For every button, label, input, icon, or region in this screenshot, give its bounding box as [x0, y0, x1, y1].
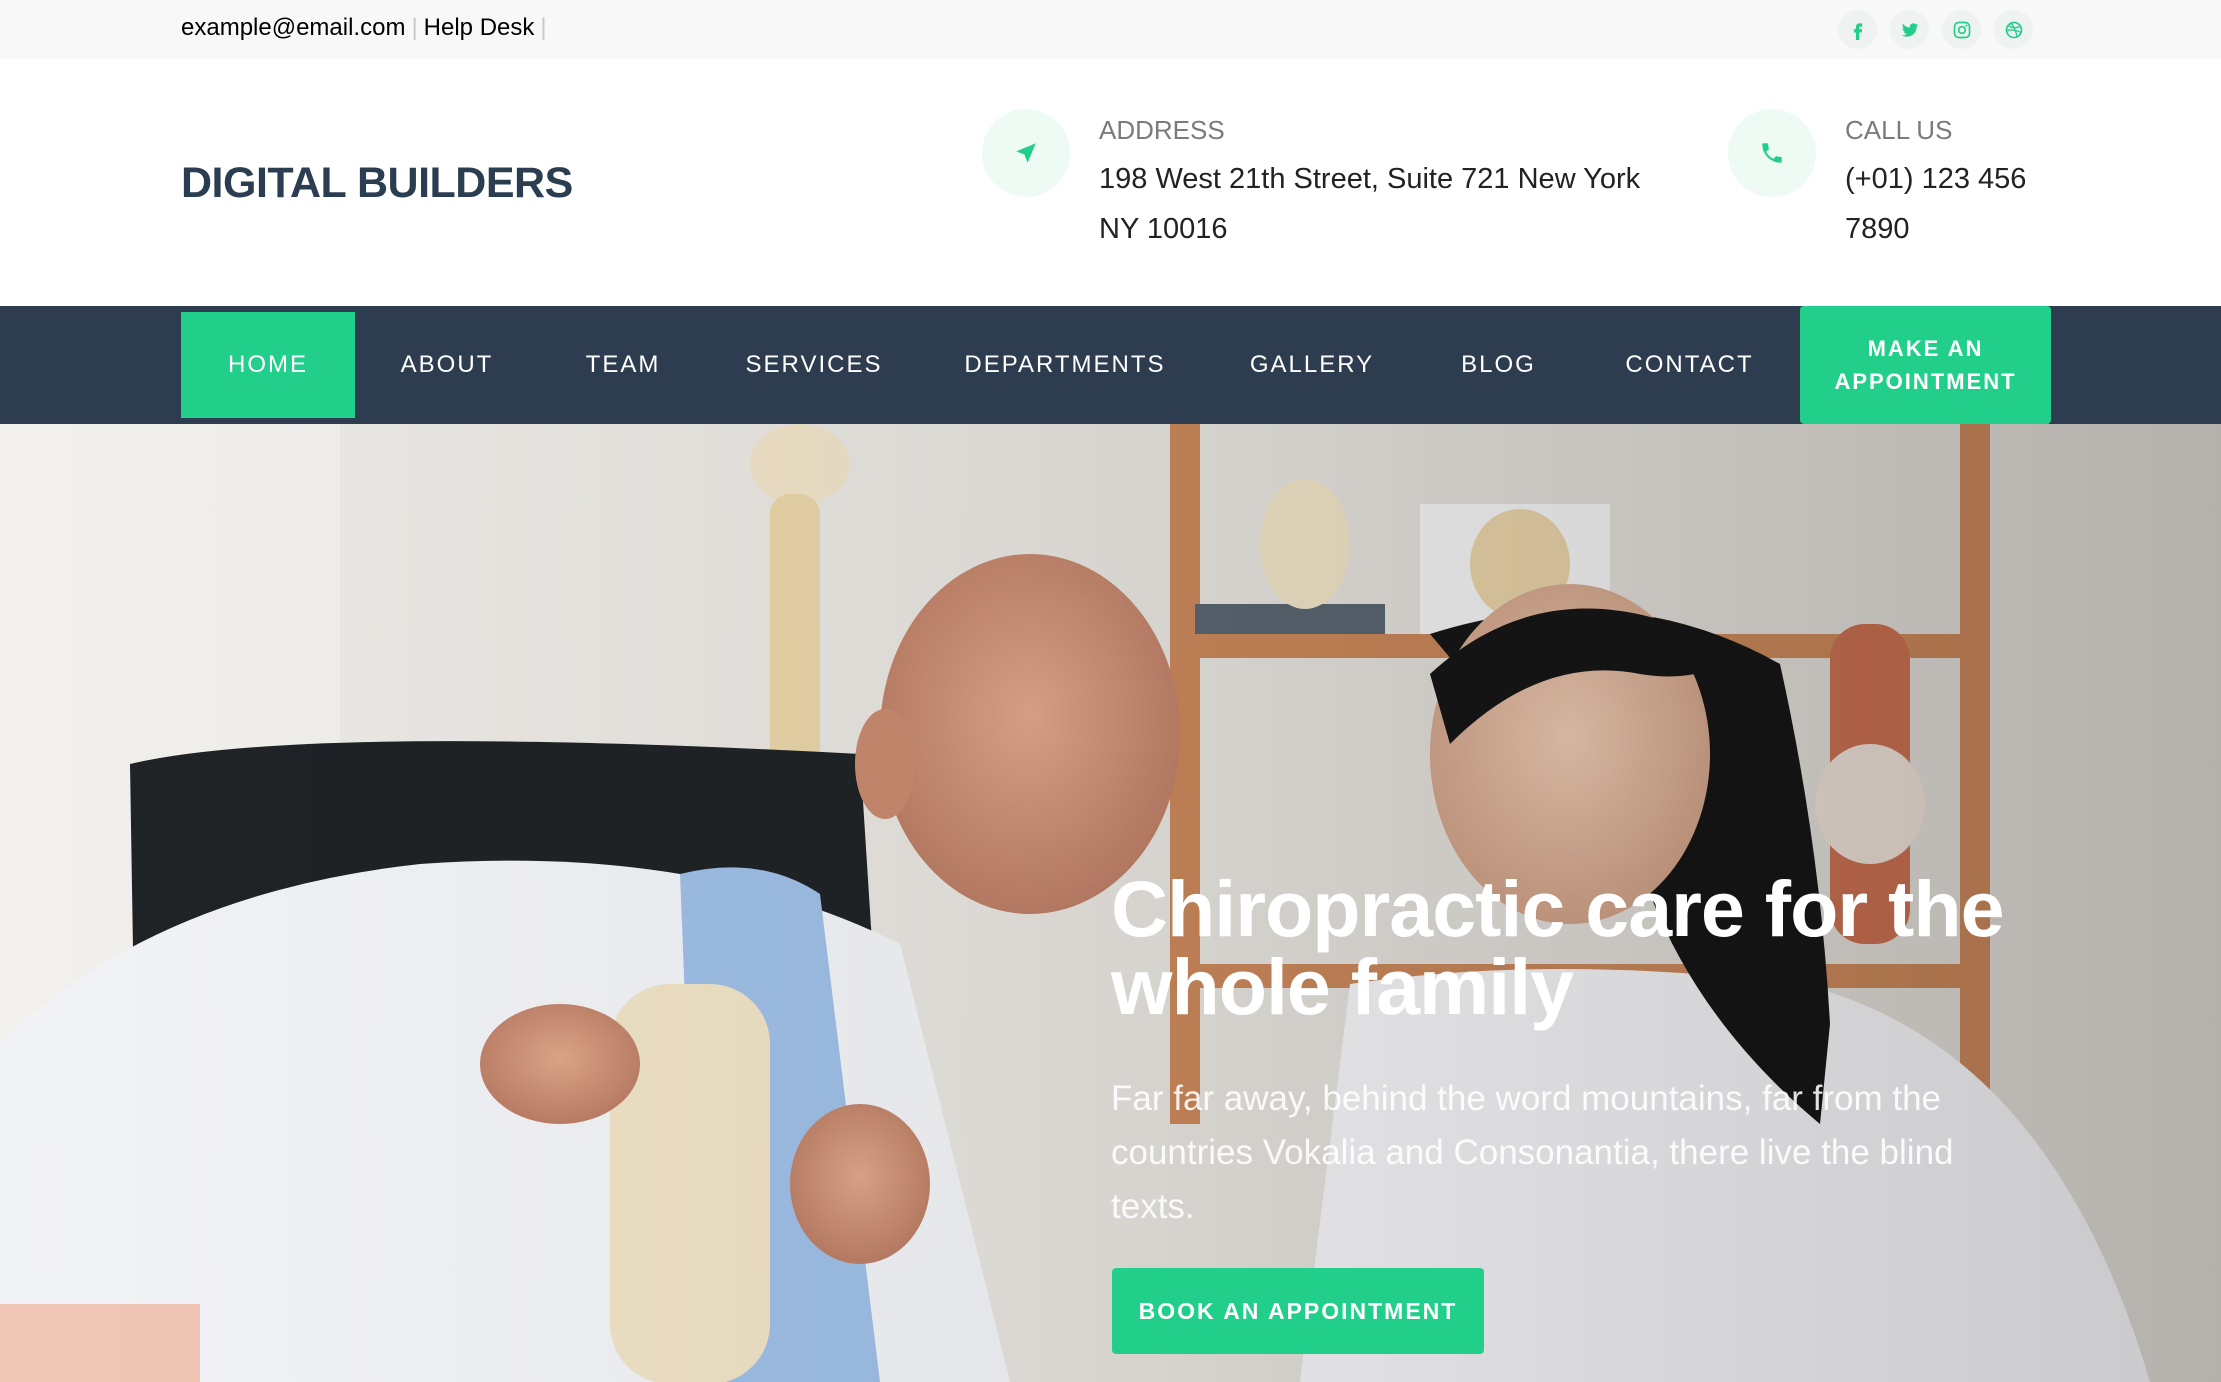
- hero-title: Chiropractic care for the whole family: [1111, 864, 2005, 1031]
- nav-item-home[interactable]: HOME: [181, 312, 355, 418]
- top-bar: example@email.com | Help Desk |: [0, 0, 2221, 59]
- social-links: [1838, 10, 2033, 49]
- navigation-arrow-icon: [982, 109, 1070, 197]
- helpdesk-link[interactable]: Help Desk: [424, 14, 535, 41]
- main-nav: HOME ABOUT TEAM SERVICES DEPARTMENTS GAL…: [0, 306, 2221, 424]
- nav-item-about[interactable]: ABOUT: [355, 312, 539, 418]
- hero-text: Far far away, behind the word mountains,…: [1111, 1079, 1954, 1226]
- top-bar-links: example@email.com | Help Desk |: [181, 14, 553, 42]
- nav-item-gallery[interactable]: GALLERY: [1209, 312, 1415, 418]
- instagram-icon[interactable]: [1942, 10, 1981, 49]
- site-logo[interactable]: DIGITAL BUILDERS: [181, 159, 573, 208]
- nav-item-services[interactable]: SERVICES: [707, 312, 921, 418]
- book-appointment-button[interactable]: BOOK AN APPOINTMENT: [1112, 1268, 1484, 1354]
- site-header: DIGITAL BUILDERS ADDRESS 198 West 21th S…: [0, 59, 2221, 306]
- twitter-icon[interactable]: [1890, 10, 1929, 49]
- nav-item-departments[interactable]: DEPARTMENTS: [921, 312, 1209, 418]
- address-label: ADDRESS: [1099, 115, 1225, 145]
- call-label: CALL US: [1845, 115, 1953, 145]
- nav-item-blog[interactable]: BLOG: [1415, 312, 1582, 418]
- dribbble-icon[interactable]: [1994, 10, 2033, 49]
- hero-section: Chiropractic care for the whole family F…: [0, 424, 2221, 1382]
- nav-item-contact[interactable]: CONTACT: [1582, 312, 1797, 418]
- facebook-icon[interactable]: [1838, 10, 1877, 49]
- separator: |: [540, 14, 547, 41]
- nav-item-team[interactable]: TEAM: [539, 312, 707, 418]
- address-value: 198 West 21th Street, Suite 721 New York…: [1099, 163, 1641, 245]
- phone-icon: [1728, 109, 1816, 197]
- separator: |: [411, 14, 418, 41]
- email-link[interactable]: example@email.com: [181, 14, 405, 41]
- make-appointment-button[interactable]: MAKE AN APPOINTMENT: [1800, 306, 2051, 424]
- call-value[interactable]: (+01) 123 456 7890: [1845, 154, 2045, 254]
